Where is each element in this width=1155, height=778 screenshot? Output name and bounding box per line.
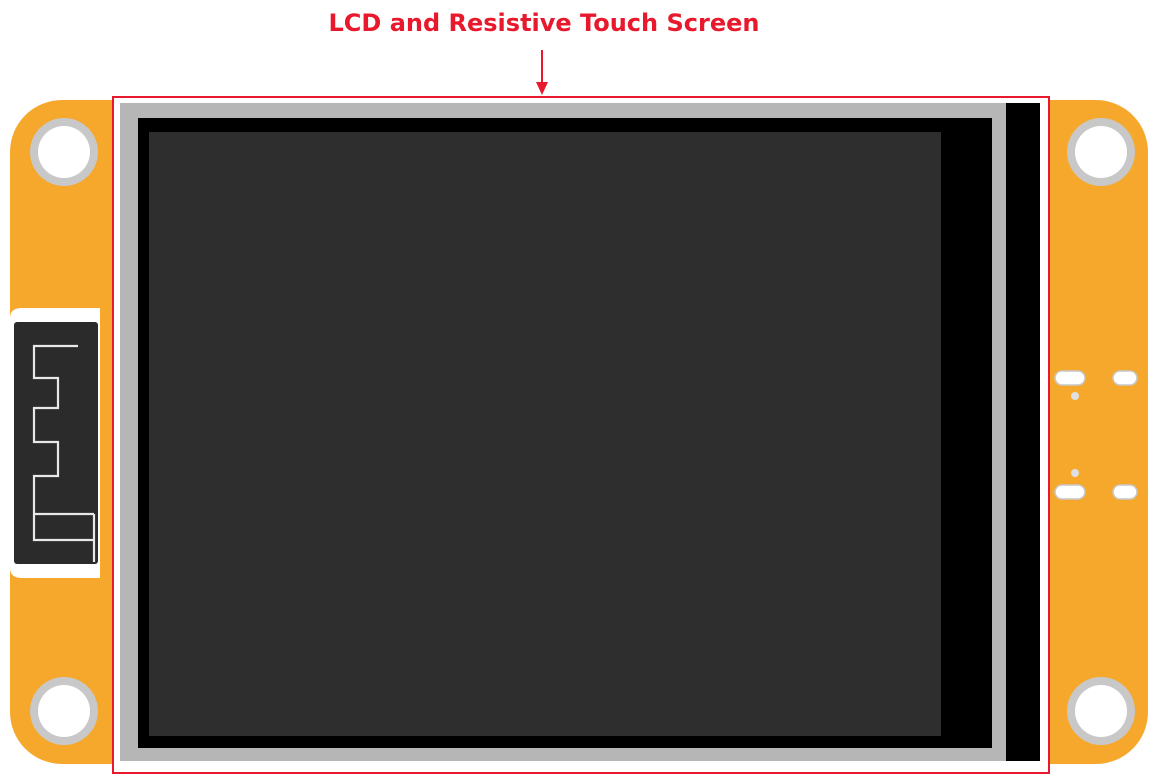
lcd-module <box>114 98 1048 768</box>
mounting-hole-top-right <box>1067 118 1135 186</box>
callout-label: LCD and Resistive Touch Screen <box>329 9 760 37</box>
mounting-hole-top-left <box>30 118 98 186</box>
pad-1 <box>1054 370 1086 386</box>
lcd-flex-strip <box>1006 103 1040 761</box>
mounting-hole-bottom-right <box>1067 677 1135 745</box>
pad-2 <box>1112 370 1138 386</box>
board-diagram: LCD and Resistive Touch Screen <box>10 9 1148 774</box>
pad-3 <box>1054 484 1086 500</box>
mounting-hole-bottom-left <box>30 677 98 745</box>
pad-dot-1 <box>1071 392 1079 400</box>
pad-4 <box>1112 484 1138 500</box>
display-area <box>149 132 941 736</box>
antenna-module <box>14 322 98 564</box>
callout-arrow-head <box>536 82 548 95</box>
callout-arrow <box>536 50 548 95</box>
pad-dot-2 <box>1071 469 1079 477</box>
